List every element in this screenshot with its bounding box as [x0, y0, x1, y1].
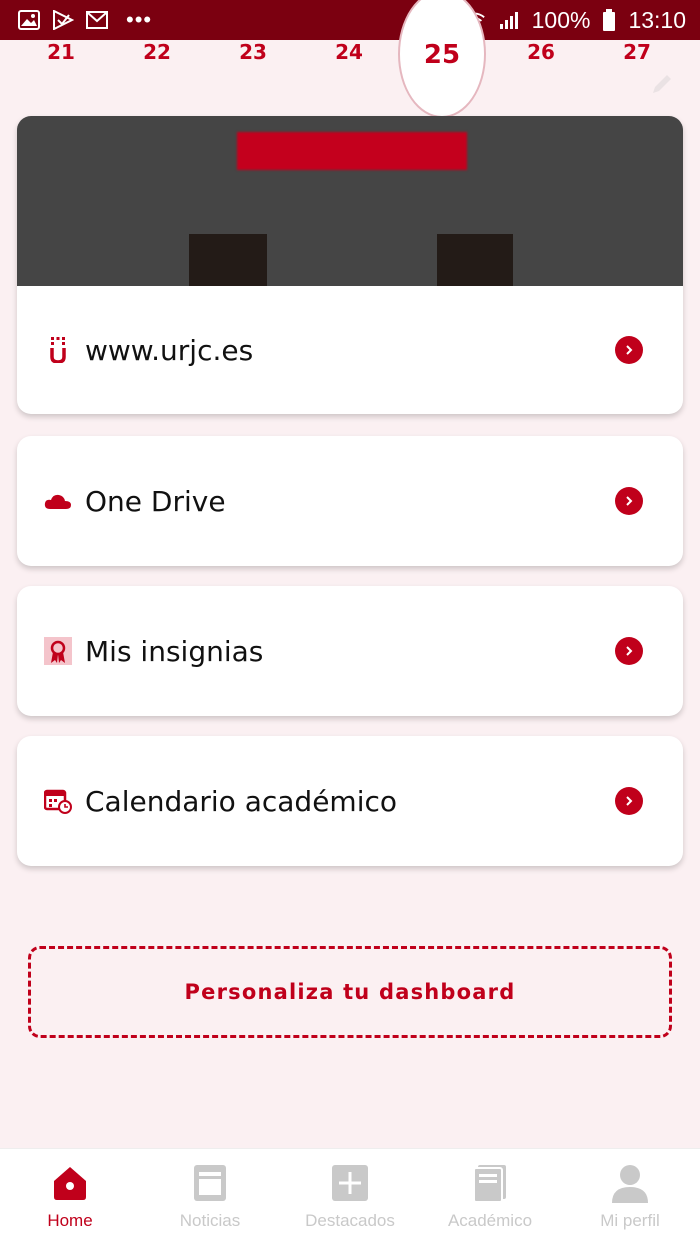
bottom-nav: Home Noticias Destacados Académico Mi pe… [0, 1148, 700, 1244]
news-icon [194, 1165, 226, 1201]
day-25-selected[interactable]: 25 [412, 40, 472, 70]
nav-label-noticias: Noticias [179, 1211, 241, 1230]
chevron-right-icon[interactable] [615, 637, 643, 665]
status-bar: ••• 100% 13:10 [0, 0, 700, 40]
card-row-onedrive[interactable]: One Drive [17, 436, 683, 566]
personalize-dashboard-label: Personaliza tu dashboard [184, 980, 516, 1004]
banner-door-right [437, 234, 513, 286]
more-notifications-icon: ••• [126, 7, 153, 32]
day-26[interactable]: 26 [511, 40, 571, 64]
day-23[interactable]: 23 [223, 40, 283, 64]
urjc-logo-icon [43, 335, 73, 365]
gallery-icon [18, 10, 40, 30]
banner-sign [237, 132, 467, 170]
battery-icon [603, 9, 616, 31]
signal-icon [499, 12, 518, 29]
banner-door-left [189, 234, 267, 286]
calendar-icon [43, 786, 73, 816]
card-onedrive[interactable]: One Drive [17, 436, 683, 566]
card-calendario[interactable]: Calendario académico [17, 736, 683, 866]
nav-academico[interactable]: Académico [420, 1149, 560, 1244]
personalize-dashboard-button[interactable]: Personaliza tu dashboard [28, 946, 672, 1038]
nav-mi-perfil[interactable]: Mi perfil [560, 1149, 700, 1244]
campus-banner-image [17, 116, 683, 286]
chevron-right-icon[interactable] [615, 487, 643, 515]
badge-icon [43, 636, 73, 666]
card-label-urjc: www.urjc.es [85, 333, 254, 367]
card-label-onedrive: One Drive [85, 484, 226, 518]
day-27[interactable]: 27 [607, 40, 667, 64]
card-row-insignias[interactable]: Mis insignias [17, 586, 683, 716]
day-22[interactable]: 22 [127, 40, 187, 64]
nav-destacados[interactable]: Destacados [280, 1149, 420, 1244]
nav-label-destacados: Destacados [305, 1211, 395, 1230]
card-label-insignias: Mis insignias [85, 634, 264, 668]
status-bar-left: ••• [18, 7, 152, 33]
book-icon [473, 1165, 506, 1203]
card-label-calendario: Calendario académico [85, 784, 398, 818]
nav-label-mi-perfil: Mi perfil [600, 1211, 660, 1230]
week-strip: 21 22 23 24 25 26 27 [0, 0, 700, 118]
chevron-right-icon[interactable] [615, 336, 643, 364]
nav-noticias[interactable]: Noticias [140, 1149, 280, 1244]
nav-label-home: Home [47, 1211, 93, 1230]
plus-icon [332, 1165, 368, 1201]
day-21[interactable]: 21 [31, 40, 91, 64]
card-insignias[interactable]: Mis insignias [17, 586, 683, 716]
home-icon [54, 1167, 86, 1200]
edit-icon[interactable] [650, 72, 674, 96]
clock: 13:10 [628, 6, 686, 33]
nav-label-academico: Académico [447, 1211, 533, 1230]
card-row-calendario[interactable]: Calendario académico [17, 736, 683, 866]
chevron-right-icon[interactable] [615, 787, 643, 815]
profile-icon [612, 1165, 648, 1203]
cloud-icon [43, 486, 73, 516]
battery-percent: 100% [531, 6, 591, 33]
play-store-icon [53, 10, 74, 30]
urjc-banner-card[interactable]: www.urjc.es [17, 116, 683, 414]
card-row-urjc[interactable]: www.urjc.es [17, 286, 683, 414]
nav-home[interactable]: Home [0, 1149, 140, 1244]
mail-icon [86, 11, 108, 29]
day-24[interactable]: 24 [319, 40, 379, 64]
